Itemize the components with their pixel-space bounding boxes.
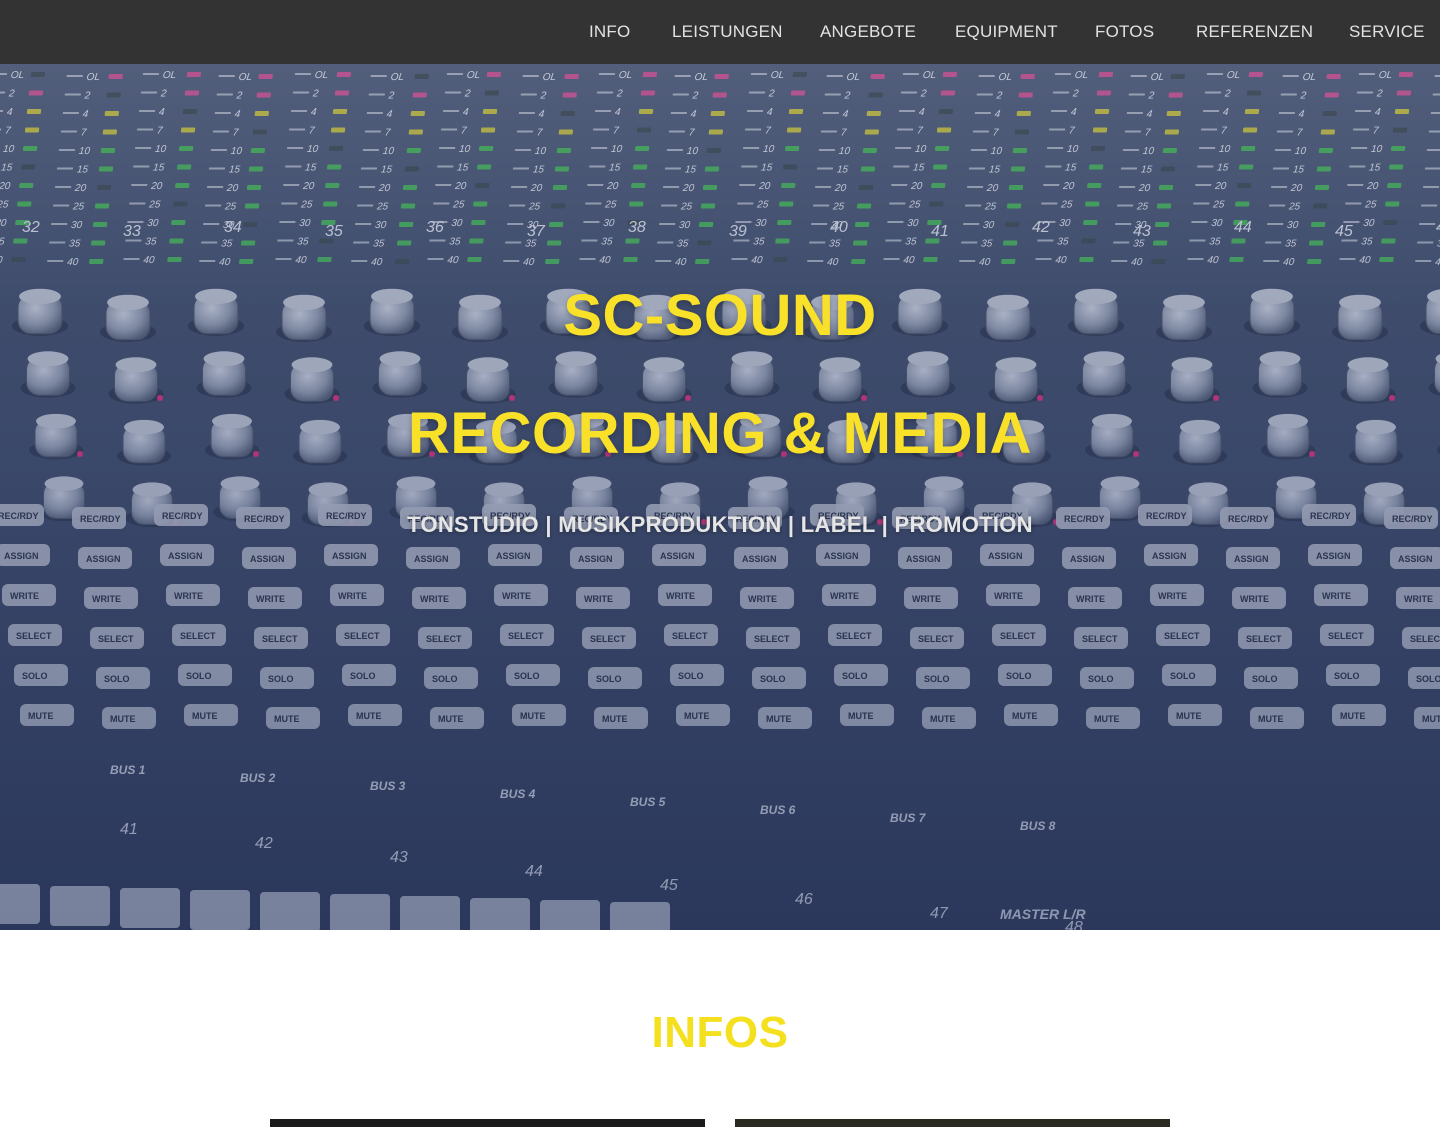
nav-item-equipment[interactable]: EQUIPMENT bbox=[955, 22, 1058, 42]
info-card-image-right[interactable] bbox=[735, 1119, 1170, 1127]
nav-item-referenzen[interactable]: REFERENZEN bbox=[1196, 22, 1313, 42]
nav-item-info[interactable]: INFO bbox=[589, 22, 630, 42]
nav-item-service[interactable]: SERVICE bbox=[1349, 22, 1425, 42]
hero-subtitle: RECORDING & MEDIA bbox=[0, 400, 1440, 467]
info-card-image-left[interactable] bbox=[270, 1119, 705, 1127]
hero-banner: OL24710152025303540OL24710152025303540OL… bbox=[0, 64, 1440, 930]
nav-item-leistungen[interactable]: LEISTUNGEN bbox=[672, 22, 783, 42]
infos-heading: INFOS bbox=[0, 1008, 1440, 1058]
hero-tagline: TONSTUDIO | MUSIKPRODUKTION | LABEL | PR… bbox=[0, 512, 1440, 538]
hero-overlay bbox=[0, 64, 1440, 930]
top-navigation: INFO LEISTUNGEN ANGEBOTE EQUIPMENT FOTOS… bbox=[0, 0, 1440, 64]
hero-title: SC-SOUND bbox=[0, 282, 1440, 349]
nav-item-angebote[interactable]: ANGEBOTE bbox=[820, 22, 916, 42]
nav-item-fotos[interactable]: FOTOS bbox=[1095, 22, 1154, 42]
